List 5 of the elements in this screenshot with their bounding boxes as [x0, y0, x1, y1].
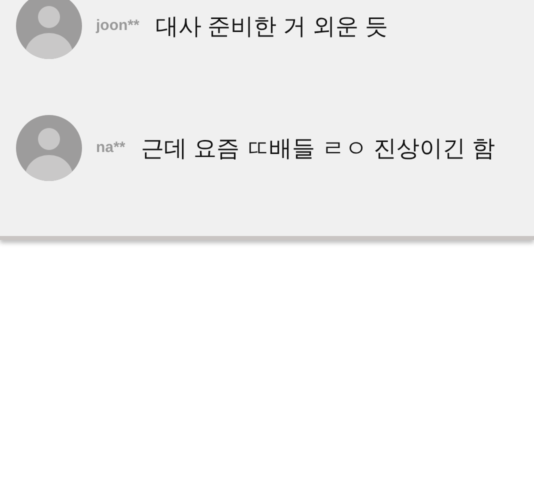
avatar-icon [16, 115, 82, 181]
comment-text: 대사 준비한 거 외운 듯 [155, 12, 388, 41]
comment-text: 근데 요즘 ㄸ배들 ㄹㅇ 진상이긴 함 [141, 134, 496, 163]
username: joon** [96, 16, 140, 36]
username: na** [96, 138, 126, 158]
